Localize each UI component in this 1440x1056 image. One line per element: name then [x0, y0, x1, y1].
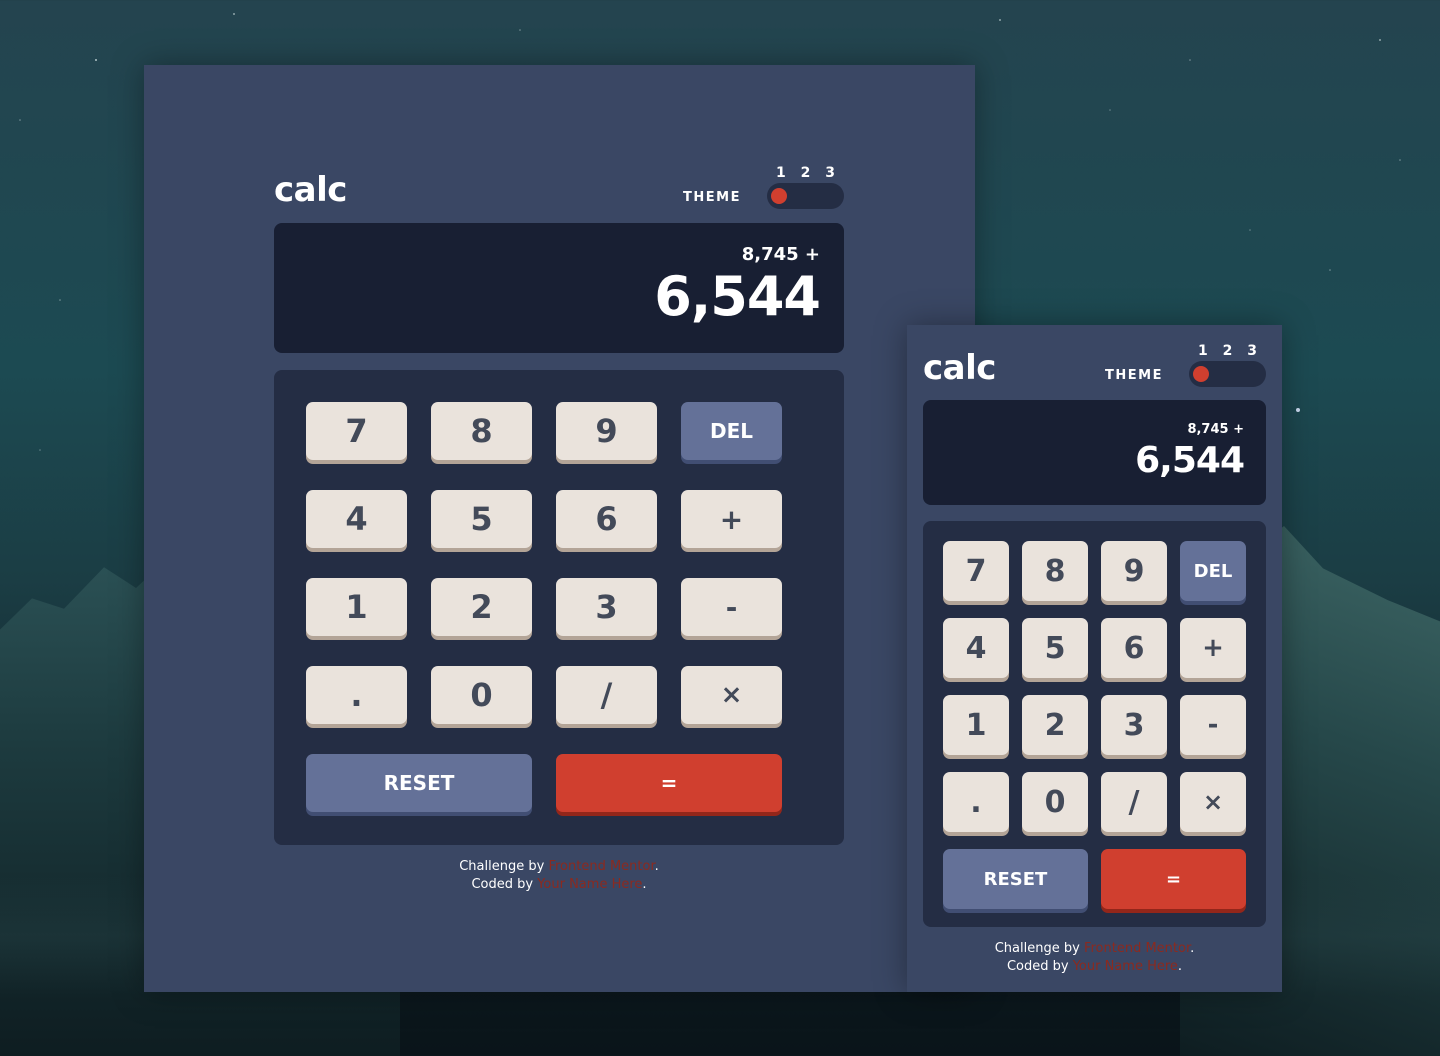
logo: calc	[274, 170, 347, 210]
attribution: Challenge by Frontend Mentor. Coded by Y…	[274, 858, 844, 894]
header: calc THEME 1 2 3	[923, 343, 1266, 387]
period: .	[1190, 941, 1195, 956]
key-minus[interactable]: -	[1180, 695, 1246, 755]
key-1[interactable]: 1	[306, 578, 407, 636]
period: .	[642, 877, 647, 892]
theme-numbers: 1 2 3	[767, 165, 844, 183]
theme-numbers: 1 2 3	[1189, 343, 1266, 361]
key-multiply[interactable]: ×	[1180, 772, 1246, 832]
display-screen: 8,745 + 6,544	[274, 223, 844, 353]
reset-button[interactable]: RESET	[306, 754, 532, 812]
theme-toggle-knob[interactable]	[771, 188, 787, 204]
previous-operation: 8,745 +	[741, 244, 820, 265]
key-plus[interactable]: +	[1180, 618, 1246, 678]
theme-label: THEME	[1105, 368, 1163, 383]
desktop-calculator-preview: calc THEME 1 2 3 8,745 + 6,544 7 8 9 DEL…	[144, 65, 975, 992]
attribution-line-2: Coded by Your Name Here.	[923, 958, 1266, 976]
key-divide[interactable]: /	[556, 666, 657, 724]
header: calc THEME 1 2 3	[274, 165, 844, 209]
theme-control: THEME 1 2 3	[1105, 343, 1266, 387]
key-1[interactable]: 1	[943, 695, 1009, 755]
frontend-mentor-link[interactable]: Frontend Mentor	[1084, 941, 1190, 956]
key-decimal[interactable]: .	[306, 666, 407, 724]
key-2[interactable]: 2	[1022, 695, 1088, 755]
theme-number-3: 3	[1247, 343, 1257, 359]
key-9[interactable]: 9	[556, 402, 657, 460]
key-4[interactable]: 4	[306, 490, 407, 548]
author-link[interactable]: Your Name Here	[537, 877, 642, 892]
previous-operation: 8,745 +	[1187, 422, 1244, 437]
coded-prefix: Coded by	[1006, 959, 1069, 974]
challenge-prefix: Challenge by	[459, 859, 545, 874]
key-3[interactable]: 3	[1101, 695, 1167, 755]
key-4[interactable]: 4	[943, 618, 1009, 678]
delete-button[interactable]: DEL	[1180, 541, 1246, 601]
frontend-mentor-link[interactable]: Frontend Mentor	[548, 859, 654, 874]
theme-number-1: 1	[776, 165, 786, 181]
author-link[interactable]: Your Name Here	[1073, 959, 1178, 974]
theme-toggle[interactable]	[767, 183, 844, 209]
challenge-prefix: Challenge by	[994, 941, 1080, 956]
key-6[interactable]: 6	[556, 490, 657, 548]
delete-button[interactable]: DEL	[681, 402, 782, 460]
theme-number-3: 3	[825, 165, 835, 181]
keypad: 7 8 9 DEL 4 5 6 + 1 2 3 - . 0 / × RESET …	[923, 521, 1266, 927]
theme-switch: 1 2 3	[1189, 343, 1266, 387]
current-value: 6,544	[1135, 440, 1245, 481]
display-screen: 8,745 + 6,544	[923, 400, 1266, 505]
period: .	[1177, 959, 1183, 974]
key-plus[interactable]: +	[681, 490, 782, 548]
theme-number-1: 1	[1198, 343, 1208, 359]
theme-toggle-knob[interactable]	[1193, 366, 1209, 382]
attribution-line-1: Challenge by Frontend Mentor.	[274, 858, 844, 876]
theme-number-2: 2	[1222, 343, 1233, 359]
period: .	[654, 859, 659, 874]
key-8[interactable]: 8	[431, 402, 532, 460]
theme-control: THEME 1 2 3	[683, 165, 844, 209]
key-5[interactable]: 5	[1022, 618, 1088, 678]
key-minus[interactable]: -	[681, 578, 782, 636]
key-0[interactable]: 0	[1022, 772, 1088, 832]
keypad: 7 8 9 DEL 4 5 6 + 1 2 3 - . 0 / × RESET …	[274, 370, 844, 845]
theme-toggle[interactable]	[1189, 361, 1266, 387]
reset-button[interactable]: RESET	[943, 849, 1088, 909]
key-7[interactable]: 7	[306, 402, 407, 460]
attribution: Challenge by Frontend Mentor. Coded by Y…	[923, 940, 1266, 976]
theme-number-2: 2	[800, 165, 811, 181]
key-0[interactable]: 0	[431, 666, 532, 724]
key-3[interactable]: 3	[556, 578, 657, 636]
equals-button[interactable]: =	[1101, 849, 1246, 909]
attribution-line-1: Challenge by Frontend Mentor.	[923, 940, 1266, 958]
key-multiply[interactable]: ×	[681, 666, 782, 724]
theme-label: THEME	[683, 190, 741, 205]
mobile-calculator-preview: calc THEME 1 2 3 8,745 + 6,544 7 8 9 DEL…	[907, 325, 1282, 992]
key-9[interactable]: 9	[1101, 541, 1167, 601]
attribution-line-2: Coded by Your Name Here.	[274, 876, 844, 894]
theme-switch: 1 2 3	[767, 165, 844, 209]
key-2[interactable]: 2	[431, 578, 532, 636]
key-8[interactable]: 8	[1022, 541, 1088, 601]
key-5[interactable]: 5	[431, 490, 532, 548]
key-decimal[interactable]: .	[943, 772, 1009, 832]
coded-prefix: Coded by	[471, 877, 534, 892]
key-divide[interactable]: /	[1101, 772, 1167, 832]
key-6[interactable]: 6	[1101, 618, 1167, 678]
current-value: 6,544	[654, 265, 821, 328]
logo: calc	[923, 348, 996, 388]
equals-button[interactable]: =	[556, 754, 782, 812]
key-7[interactable]: 7	[943, 541, 1009, 601]
